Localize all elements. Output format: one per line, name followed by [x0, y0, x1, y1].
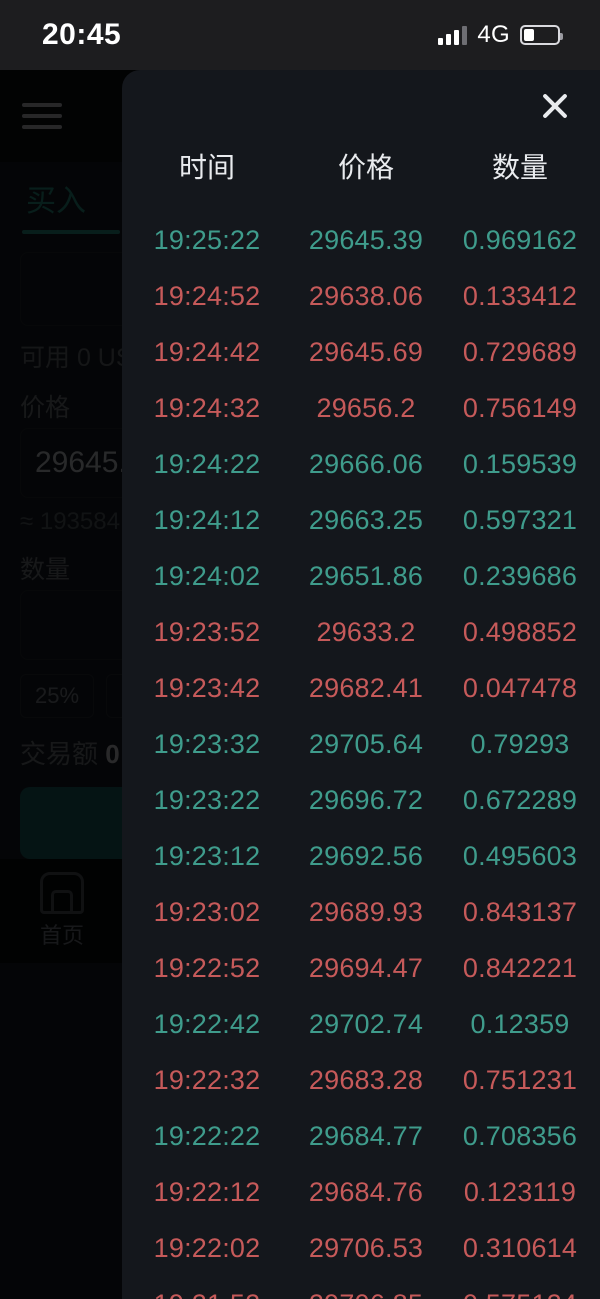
trade-price: 29696.72 [308, 784, 424, 815]
trade-price: 29706.53 [308, 1232, 424, 1263]
trade-amount: 0.133412 [462, 280, 578, 311]
trade-time: 19:22:42 [153, 1008, 261, 1039]
table-row: 19:24:42 29645.69 0.729689 [122, 324, 600, 380]
trade-time: 19:23:12 [153, 840, 261, 871]
trade-time: 19:24:02 [153, 560, 261, 591]
trade-price: 29656.2 [316, 392, 416, 423]
trade-time: 19:24:32 [153, 392, 261, 423]
trade-time: 19:23:32 [153, 728, 261, 759]
table-row: 19:24:32 29656.2 0.756149 [122, 380, 600, 436]
table-row: 19:25:22 29645.39 0.969162 [122, 212, 600, 268]
table-row: 19:23:22 29696.72 0.672289 [122, 772, 600, 828]
trade-time: 19:25:22 [153, 224, 261, 255]
table-row: 19:22:02 29706.53 0.310614 [122, 1220, 600, 1276]
table-row: 19:24:52 29638.06 0.133412 [122, 268, 600, 324]
trade-price: 29633.2 [316, 616, 416, 647]
trade-time: 19:23:52 [153, 616, 261, 647]
recent-trades-panel: 时间 价格 数量 19:25:22 29645.39 0.969162 19:24:5… [122, 70, 600, 1299]
trade-price: 29694.47 [308, 952, 424, 983]
panel-header [122, 70, 600, 140]
column-header-amount: 数量 [491, 152, 548, 183]
trade-price: 29651.86 [308, 560, 424, 591]
trade-price: 29692.56 [308, 840, 424, 871]
trade-price: 29666.06 [308, 448, 424, 479]
trade-amount: 0.495603 [462, 840, 578, 871]
trade-amount: 0.756149 [462, 392, 578, 423]
status-bar: 20:45 4G [0, 0, 600, 70]
trade-amount: 0.843137 [462, 896, 578, 927]
table-row: 19:24:02 29651.86 0.239686 [122, 548, 600, 604]
trade-price: 29702.74 [308, 1008, 424, 1039]
status-indicators: 4G [438, 21, 563, 49]
trade-amount: 0.751231 [462, 1064, 578, 1095]
trade-time: 19:24:52 [153, 280, 261, 311]
trade-amount: 0.79293 [470, 728, 570, 759]
trade-price: 29645.39 [308, 224, 424, 255]
trade-amount: 0.729689 [462, 336, 578, 367]
table-row: 19:23:02 29689.93 0.843137 [122, 884, 600, 940]
table-row: 19:22:22 29684.77 0.708356 [122, 1108, 600, 1164]
column-header-time: 时间 [178, 152, 235, 183]
trade-time: 19:23:42 [153, 672, 261, 703]
trade-amount: 0.047478 [462, 672, 578, 703]
column-header-price: 价格 [337, 152, 394, 183]
trade-price: 29683.28 [308, 1064, 424, 1095]
trade-amount: 0.708356 [462, 1120, 578, 1151]
table-row: 19:22:52 29694.47 0.842221 [122, 940, 600, 996]
table-row: 19:23:52 29633.2 0.498852 [122, 604, 600, 660]
trade-time: 19:24:22 [153, 448, 261, 479]
table-row: 19:24:12 29663.25 0.597321 [122, 492, 600, 548]
trade-amount: 0.159539 [462, 448, 578, 479]
trade-time: 19:22:12 [153, 1176, 261, 1207]
trade-amount: 0.672289 [462, 784, 578, 815]
trade-time: 19:21:52 [128, 1289, 286, 1299]
trades-table-header: 时间 价格 数量 [122, 146, 600, 186]
trade-price: 29638.06 [308, 280, 424, 311]
table-row: 19:22:12 29684.76 0.123119 [122, 1164, 600, 1220]
trade-time: 19:22:02 [153, 1232, 261, 1263]
status-time: 20:45 [42, 18, 122, 51]
trade-time: 19:23:22 [153, 784, 261, 815]
trade-price: 29689.93 [308, 896, 424, 927]
table-row: 19:24:22 29666.06 0.159539 [122, 436, 600, 492]
table-row: 19:22:32 29683.28 0.751231 [122, 1052, 600, 1108]
trade-amount: 0.969162 [462, 224, 578, 255]
trade-time: 19:24:12 [153, 504, 261, 535]
table-row: 19:23:32 29705.64 0.79293 [122, 716, 600, 772]
table-row: 19:23:12 29692.56 0.495603 [122, 828, 600, 884]
network-type-label: 4G [477, 21, 510, 48]
trade-amount: 0.498852 [462, 616, 578, 647]
signal-bars-icon [438, 25, 468, 45]
trade-amount: 0.239686 [462, 560, 578, 591]
trade-price: 29684.77 [308, 1120, 424, 1151]
trade-amount: 0.842221 [462, 952, 578, 983]
trade-price: 29684.76 [308, 1176, 424, 1207]
trade-price: 29705.64 [308, 728, 424, 759]
table-row: 19:23:42 29682.41 0.047478 [122, 660, 600, 716]
table-row: 19:22:42 29702.74 0.12359 [122, 996, 600, 1052]
close-icon[interactable] [533, 84, 577, 128]
trade-price: 29645.69 [308, 336, 424, 367]
table-row: 19:21:5229706.850.575124 [122, 1276, 600, 1299]
trade-amount: 0.12359 [470, 1008, 570, 1039]
trade-time: 19:22:32 [153, 1064, 261, 1095]
trade-time: 19:24:42 [153, 336, 261, 367]
trade-time: 19:23:02 [153, 896, 261, 927]
trade-time: 19:22:22 [153, 1120, 261, 1151]
trade-price: 29706.85 [286, 1289, 446, 1299]
trade-amount: 0.575124 [446, 1289, 594, 1299]
trade-amount: 0.310614 [462, 1232, 578, 1263]
battery-icon [520, 25, 563, 45]
trade-time: 19:22:52 [153, 952, 261, 983]
trades-table-body: 19:25:22 29645.39 0.969162 19:24:52 29638.06… [122, 212, 600, 1299]
trade-price: 29682.41 [308, 672, 424, 703]
trade-amount: 0.123119 [463, 1176, 577, 1207]
trade-price: 29663.25 [308, 504, 424, 535]
trade-amount: 0.597321 [462, 504, 578, 535]
